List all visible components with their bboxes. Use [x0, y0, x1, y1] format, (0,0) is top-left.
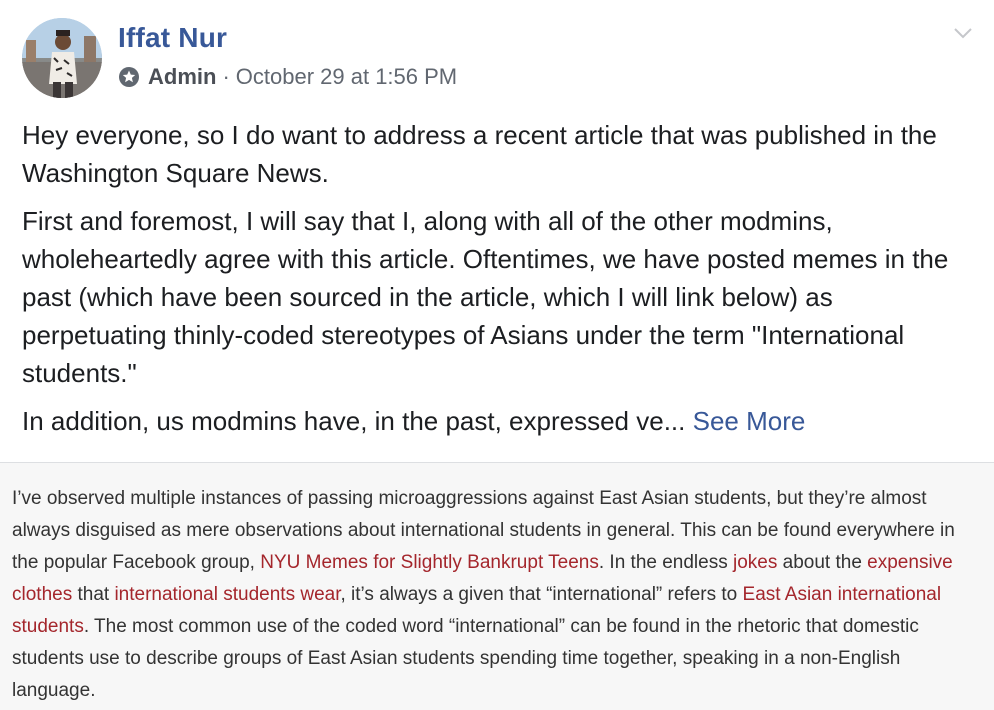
author-avatar[interactable]	[22, 18, 102, 98]
post-timestamp[interactable]: October 29 at 1:56 PM	[236, 64, 457, 90]
admin-role-label: Admin	[148, 64, 217, 89]
chevron-down-icon[interactable]	[952, 22, 974, 44]
post-paragraph-truncated: In addition, us modmins have, in the pas…	[22, 402, 977, 440]
post-paragraph: Hey everyone, so I do want to address a …	[22, 120, 937, 188]
excerpt-text-segment: . The most common use of the coded word …	[12, 616, 919, 701]
excerpt-link-meme-group: NYU Memes for Slightly Bankrupt Teens	[260, 552, 599, 573]
article-excerpt-image[interactable]: I’ve observed multiple instances of pass…	[0, 463, 994, 710]
excerpt-link-students-wear: international students wear	[114, 584, 341, 605]
admin-badge-icon	[118, 66, 140, 88]
excerpt-text-segment: , it’s always a given that “internationa…	[340, 584, 743, 605]
post-paragraph: First and foremost, I will say that I, a…	[22, 206, 949, 388]
see-more-link[interactable]: See More	[693, 406, 806, 436]
facebook-post: Iffat Nur Admin · October 29 at 1:56 PM …	[0, 0, 994, 710]
avatar-photo	[22, 18, 102, 98]
post-body: Hey everyone, so I do want to address a …	[22, 116, 977, 450]
author-name[interactable]: Iffat Nur	[118, 22, 227, 54]
post-meta: Admin · October 29 at 1:56 PM	[118, 64, 457, 90]
excerpt-text-segment: that	[72, 584, 115, 605]
excerpt-text-segment: about the	[777, 552, 868, 573]
excerpt-link-jokes: jokes	[733, 552, 778, 573]
excerpt-text: I’ve observed multiple instances of pass…	[12, 483, 982, 707]
truncated-text: In addition, us modmins have, in the pas…	[22, 406, 686, 436]
meta-separator: ·	[222, 64, 230, 89]
excerpt-text-segment: . In the endless	[598, 552, 734, 573]
